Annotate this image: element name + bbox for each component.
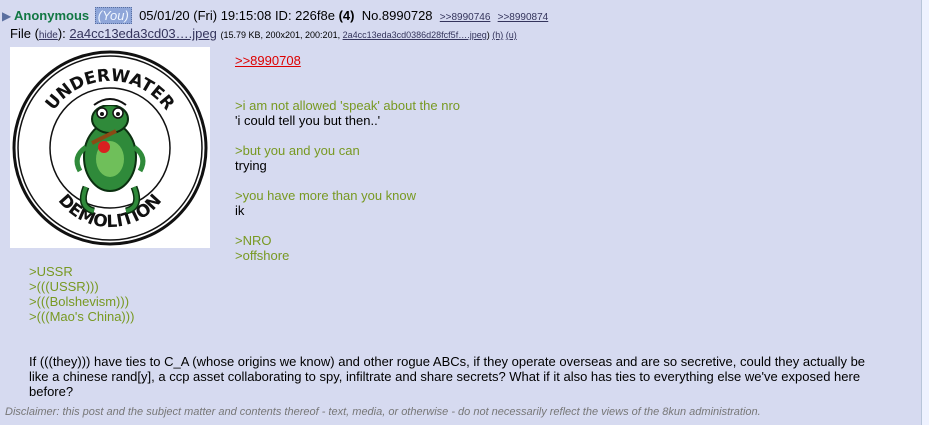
post-intro: ▶ Anonymous (You) 05/01/20 (Fri) 19:15:08… [2, 7, 548, 26]
hide-file-link[interactable]: hide [39, 30, 58, 41]
greentext-line: >NRO [235, 233, 272, 248]
file-details-text: (15.79 KB, 200x201, 200:201, [220, 30, 341, 40]
hide-paren-close: ): [57, 26, 66, 41]
poster-name: Anonymous [14, 8, 90, 23]
greentext-line: >(((Bolshevism))) [29, 294, 130, 309]
post-body-continued: >USSR >(((USSR))) >(((Bolshevism))) >(((Mao… [29, 264, 879, 399]
reply-link[interactable]: >>8990708 [235, 53, 895, 68]
greentext-line: >(((USSR))) [29, 279, 99, 294]
post-number[interactable]: No.8990728 [362, 8, 433, 23]
file-info: File (hide): 2a4cc13eda3cd03….jpeg (15.7… [10, 26, 517, 44]
post-container: ▶ Anonymous (You) 05/01/20 (Fri) 19:15:08… [0, 0, 922, 425]
file-h-link[interactable]: (h) [492, 30, 503, 40]
poster-id-count: (4) [338, 8, 355, 23]
underwater-demolition-patch-image: UNDERWATER DEMOLITION [12, 50, 208, 246]
poster-id[interactable]: ID: 226f8e [275, 8, 335, 23]
file-details-close: ) [486, 30, 490, 40]
greentext-line: >i am not allowed 'speak' about the nro [235, 98, 461, 113]
file-original-name-link[interactable]: 2a4cc13eda3cd0386d28fcf5f….jpeg [343, 30, 487, 40]
post-body-lines: >i am not allowed 'speak' about the nro '… [235, 68, 895, 263]
backlink-2[interactable]: >>8990874 [498, 12, 549, 23]
post-menu-arrow-icon[interactable]: ▶ [2, 8, 14, 25]
file-details: (15.79 KB, 200x201, 200:201, 2a4cc13eda3… [220, 30, 516, 40]
post-body: >>8990708 >i am not allowed 'speak' abou… [235, 53, 895, 263]
file-name-link[interactable]: 2a4cc13eda3cd03….jpeg [69, 26, 216, 41]
greentext-line: >(((Mao's China))) [29, 309, 135, 324]
you-tag: (You) [94, 7, 132, 24]
greentext-list: >USSR >(((USSR))) >(((Bolshevism))) >(((Mao… [29, 264, 879, 324]
text-line: ik [235, 203, 245, 218]
post-datetime: 05/01/20 (Fri) 19:15:08 [139, 8, 272, 23]
post-thumbnail[interactable]: UNDERWATER DEMOLITION [10, 47, 210, 248]
file-u-link[interactable]: (u) [506, 30, 517, 40]
text-line: 'i could tell you but then..' [235, 113, 381, 128]
text-line: trying [235, 158, 267, 173]
greentext-line: >offshore [235, 248, 290, 263]
post-paragraph: If (((they))) have ties to C_A (whose or… [29, 354, 866, 399]
greentext-line: >you have more than you know [235, 188, 417, 203]
disclaimer-text: Disclaimer: this post and the subject ma… [5, 406, 761, 418]
file-label: File [10, 26, 31, 41]
backlink-1[interactable]: >>8990746 [440, 12, 491, 23]
greentext-line: >USSR [29, 264, 73, 279]
greentext-line: >but you and you can [235, 143, 360, 158]
